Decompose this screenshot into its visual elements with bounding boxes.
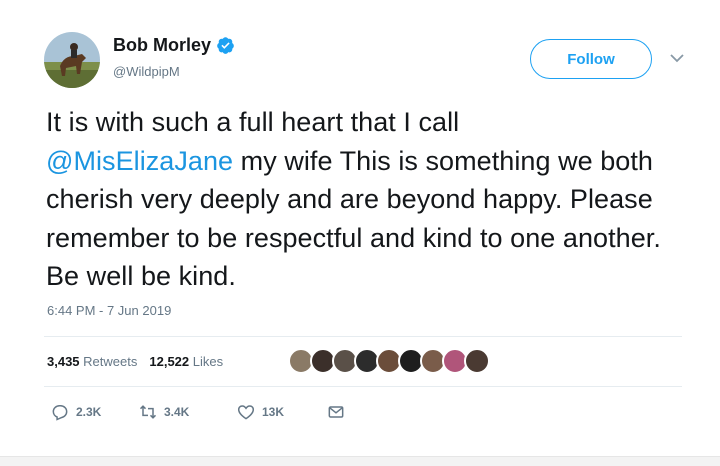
retweet-icon [139,405,157,419]
author-avatar[interactable] [44,32,100,88]
like-count: 12,522 [149,354,190,369]
chevron-down-icon[interactable] [669,52,685,64]
tweet-card: Bob Morley @WildpipM Follow It is with s… [0,0,720,466]
author-name-text[interactable]: Bob Morley [113,35,211,56]
author-handle[interactable]: @WildpipM [113,64,180,79]
liker-avatars [288,348,490,374]
envelope-icon [328,406,344,418]
retweet-stat[interactable]: 3,435 Retweets [47,354,137,369]
engagement-stats: 3,435 Retweets 12,522 Likes [47,354,223,369]
retweet-count: 3,435 [47,354,80,369]
liker-avatar[interactable] [464,348,490,374]
tweet-text-start: It is with such a full heart that I call [46,107,460,137]
heart-icon [237,405,255,420]
retweet-label: Retweets [83,354,138,369]
retweet-button[interactable]: 3.4K [138,402,236,422]
like-button[interactable]: 13K [236,402,326,422]
author-name[interactable]: Bob Morley [113,35,235,56]
avatar-horse-rider-photo [44,32,100,88]
like-action-count: 13K [262,405,285,419]
reply-count: 2.3K [76,405,102,419]
tweet-text: It is with such a full heart that I call… [46,103,696,296]
mention-link[interactable]: @MisElizaJane [46,146,233,176]
verified-badge-icon [217,37,234,54]
like-stat[interactable]: 12,522 Likes [149,354,223,369]
direct-message-button[interactable] [326,402,346,422]
reply-icon [52,405,68,421]
like-label: Likes [192,354,224,369]
action-bar: 2.3K 3.4K 13K [50,402,346,422]
divider [44,336,682,337]
retweet-action-count: 3.4K [164,405,190,419]
follow-button[interactable]: Follow [530,39,652,79]
divider [44,386,682,387]
tweet-timestamp[interactable]: 6:44 PM - 7 Jun 2019 [47,303,171,318]
reply-button[interactable]: 2.3K [50,402,138,422]
card-bottom-edge [0,456,720,466]
